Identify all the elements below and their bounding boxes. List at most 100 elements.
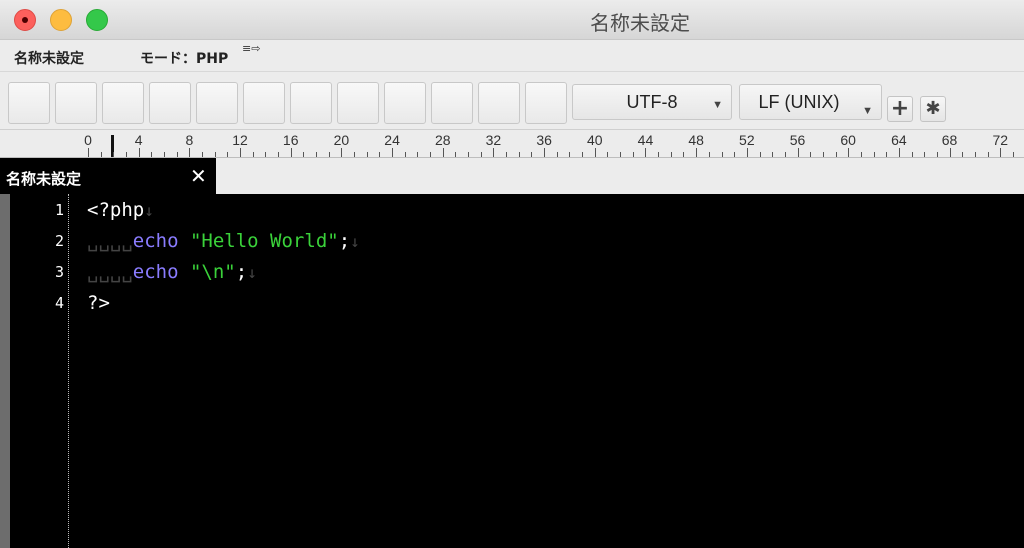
syntax-mode[interactable]: モード：PHP	[140, 48, 228, 68]
ruler-tick	[556, 152, 558, 157]
title-bar: 名称未設定	[0, 0, 1024, 40]
ruler-tick	[810, 152, 812, 157]
ruler-label: 24	[384, 132, 400, 148]
ruler-tick	[797, 148, 799, 157]
toolbar-button-12[interactable]	[525, 82, 567, 124]
ruler-tick	[696, 148, 698, 157]
ruler-tick	[721, 152, 723, 157]
ruler-tick	[316, 152, 318, 157]
ruler-tick	[645, 148, 647, 157]
ruler-tick	[708, 152, 710, 157]
ruler-tick	[620, 152, 622, 157]
ruler-label: 28	[434, 132, 451, 148]
ruler-tick	[227, 152, 229, 157]
ruler-tick	[100, 152, 102, 157]
ruler-label: 56	[789, 132, 806, 148]
ruler-tick	[886, 152, 888, 157]
ruler-tick	[379, 152, 381, 157]
close-icon[interactable]: ✕	[190, 164, 207, 188]
info-bar: 名称未設定 モード：PHP ≡⇨	[0, 40, 1024, 72]
ruler-tick	[759, 152, 761, 157]
ruler-tick	[670, 152, 672, 157]
ruler-tick	[582, 152, 584, 157]
plus-icon[interactable]: +	[887, 96, 913, 122]
ruler-label: 68	[941, 132, 958, 148]
ruler-label: 48	[688, 132, 704, 148]
ruler-tick	[949, 148, 951, 157]
string-literal: "Hello World"	[189, 230, 339, 252]
ruler-tick	[860, 152, 862, 157]
code-line-1: <?php↓	[87, 199, 154, 221]
ruler-tick	[189, 148, 191, 157]
ruler-label: 16	[282, 132, 299, 148]
chevron-down-icon: ▼	[712, 99, 723, 111]
toolbar-button-3[interactable]	[102, 82, 144, 124]
keyword: echo	[132, 261, 179, 283]
toolbar-button-5[interactable]	[196, 82, 238, 124]
ruler-tick	[252, 152, 254, 157]
ruler-tick	[303, 152, 305, 157]
ruler-tick	[898, 148, 900, 157]
ruler-label: 32	[485, 132, 502, 148]
document-tab[interactable]: 名称未設定 ✕	[0, 158, 216, 194]
toolbar-button-9[interactable]	[384, 82, 426, 124]
ruler-label: 12	[232, 132, 248, 148]
ruler-tick	[493, 148, 495, 157]
toolbar-button-10[interactable]	[431, 82, 473, 124]
toolbar-button-7[interactable]	[290, 82, 332, 124]
ruler-tick	[924, 152, 926, 157]
ruler-tick	[214, 152, 216, 157]
eol-marker: ↓	[350, 232, 360, 251]
ruler-tick	[126, 152, 127, 157]
ruler-tick	[265, 152, 267, 157]
encoding-select[interactable]: UTF-8 ▼	[572, 84, 732, 120]
ruler-tick	[202, 152, 204, 157]
toolbar-button-1[interactable]	[8, 82, 50, 124]
code-editor[interactable]: 1 2 3 4 <?php↓ ␣␣␣␣echo "Hello World";↓ …	[0, 194, 1024, 548]
eol-marker: ↓	[144, 201, 154, 220]
ruler-label: 36	[536, 132, 552, 148]
ruler-tick	[594, 148, 596, 157]
toolbar-button-6[interactable]	[243, 82, 285, 124]
gear-icon[interactable]: ✱	[920, 96, 946, 122]
ruler-label: 72	[992, 132, 1009, 148]
ruler-tick	[734, 152, 736, 157]
ruler-label: 52	[739, 132, 755, 148]
toolbar-button-8[interactable]	[337, 82, 379, 124]
eol-marker: ↓	[247, 263, 257, 282]
toolbar-button-4[interactable]	[149, 82, 191, 124]
ruler-tick	[848, 148, 850, 157]
ruler-tick	[455, 152, 457, 157]
ruler-tick	[962, 152, 964, 157]
tab-bar: 名称未設定 ✕	[0, 158, 1024, 194]
ruler-tick	[936, 152, 938, 157]
document-name: 名称未設定	[14, 51, 84, 67]
window-title: 名称未設定	[590, 11, 690, 35]
ruler-tick	[290, 148, 292, 157]
php-close-tag: ?>	[87, 292, 110, 314]
toolbar-button-2[interactable]	[55, 82, 97, 124]
ruler-tick	[88, 148, 89, 157]
ruler-tick	[442, 148, 444, 157]
ruler-tick	[366, 152, 368, 157]
ruler-tick	[822, 152, 824, 157]
line-number: 3	[54, 263, 64, 281]
ruler-tick	[506, 152, 508, 157]
line-ending-value: LF (UNIX)	[758, 92, 840, 112]
ruler-label: 0	[84, 132, 92, 148]
ruler-tick	[835, 152, 837, 157]
encoding-value: UTF-8	[626, 92, 678, 112]
ruler-tick	[354, 152, 356, 157]
gutter-divider	[68, 194, 69, 548]
wrap-icon[interactable]: ≡⇨	[242, 42, 260, 55]
line-ending-select[interactable]: LF (UNIX) ▼	[739, 84, 882, 120]
ruler-tick	[151, 152, 153, 157]
code-line-3: ␣␣␣␣echo "\n";↓	[87, 261, 257, 283]
ruler-tick	[392, 148, 394, 157]
line-number: 1	[54, 201, 64, 219]
ruler-tick	[544, 148, 546, 157]
ruler-tick	[240, 148, 242, 157]
toolbar-button-11[interactable]	[478, 82, 520, 124]
ruler-tick	[658, 152, 660, 157]
ruler-tick	[1012, 152, 1014, 157]
